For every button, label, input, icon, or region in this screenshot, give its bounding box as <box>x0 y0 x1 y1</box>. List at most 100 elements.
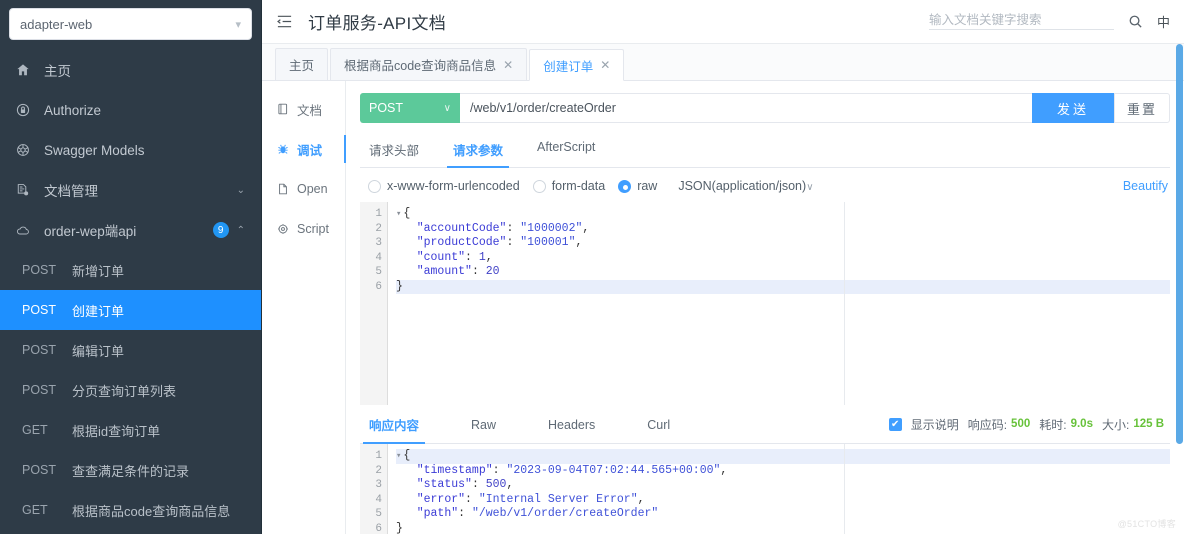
tab-create-order[interactable]: 创建订单 ✕ <box>529 49 625 81</box>
code-line: "timestamp": "2023-09-04T07:02:44.565+00… <box>416 463 728 477</box>
radio-icon <box>368 179 381 193</box>
response-code[interactable]: ▾{ "timestamp": "2023-09-04T07:02:44.565… <box>388 444 1170 534</box>
send-button[interactable]: 发送 <box>1032 93 1114 123</box>
request-body-editor[interactable]: 1 2 3 4 5 6 ▾{ "accountCode": "1000002",… <box>360 202 1170 405</box>
script-gear-icon <box>276 223 290 235</box>
method-label: POST <box>369 101 404 115</box>
tab-response-content[interactable]: 响应内容 <box>362 405 426 444</box>
tab-response-headers[interactable]: Headers <box>546 408 597 441</box>
beautify-button[interactable]: Beautify <box>1123 179 1168 193</box>
url-bar: POST ∨ 发送 重置 <box>360 93 1170 123</box>
api-item-query-records[interactable]: POST 查查满足条件的记录 <box>0 450 261 490</box>
tab-request-params[interactable]: 请求参数 <box>447 131 510 168</box>
content-type-label: JSON(application/json) <box>678 179 807 193</box>
code-line: "productCode": "100001", <box>416 236 583 249</box>
chevron-down-icon: ▾ <box>235 18 241 31</box>
api-item-create-order[interactable]: POST 创建订单 <box>0 290 261 330</box>
tab-home[interactable]: 主页 <box>275 48 329 80</box>
sidebar-item-home[interactable]: 主页 <box>0 50 261 90</box>
api-item-query-product-by-code[interactable]: GET 根据商品code查询商品信息 <box>0 490 261 530</box>
tab-response-raw[interactable]: Raw <box>469 408 498 441</box>
code-line: "amount": 20 <box>416 265 500 278</box>
app-root: adapter-web ▾ 主页 Authorize Swagger Model… <box>0 0 1184 534</box>
size-group: 大小: 125 B <box>1102 416 1164 433</box>
doc-icon <box>276 103 290 115</box>
project-select[interactable]: adapter-web ▾ <box>9 8 252 40</box>
sidebar-item-home-label: 主页 <box>44 64 71 79</box>
api-list: POST 新增订单 POST 创建订单 POST 编辑订单 POST 分页查询订… <box>0 250 261 530</box>
tab-query-product[interactable]: 根据商品code查询商品信息 ✕ <box>330 48 528 80</box>
line-number: 3 <box>375 237 382 249</box>
url-input[interactable] <box>460 93 1032 123</box>
mini-sidebar: 文档 调试 Open Script <box>262 81 346 534</box>
sidebar-item-authorize[interactable]: Authorize <box>0 90 261 130</box>
api-method: GET <box>22 423 48 437</box>
home-icon <box>16 63 36 77</box>
editor-divider <box>844 202 845 405</box>
size-value: 125 B <box>1133 418 1164 430</box>
json-value: 1000002 <box>527 221 576 235</box>
search-box[interactable] <box>928 13 1114 30</box>
api-item-query-order-by-id[interactable]: GET 根据id查询订单 <box>0 410 261 450</box>
line-number: 5 <box>375 508 382 520</box>
chevron-down-icon: ∨ <box>806 182 814 193</box>
sidebar-item-swagger-models[interactable]: Swagger Models <box>0 130 261 170</box>
chevron-up-icon: ⌃ <box>236 224 245 236</box>
line-number: 5 <box>375 266 382 278</box>
line-number: 4 <box>375 251 382 264</box>
radio-icon <box>532 179 546 193</box>
api-item-new-order[interactable]: POST 新增订单 <box>0 250 261 290</box>
close-icon[interactable]: ✕ <box>600 58 610 72</box>
status-code-label: 响应码: <box>967 417 1008 432</box>
tab-label: 根据商品code查询商品信息 <box>344 59 497 73</box>
search-icon[interactable] <box>1128 14 1143 29</box>
line-number: 2 <box>375 464 382 477</box>
tab-request-headers[interactable]: 请求头部 <box>367 131 421 167</box>
fold-icon[interactable]: ▾ <box>396 209 401 219</box>
json-value: 100001 <box>527 236 569 249</box>
tab-after-script[interactable]: AfterScript <box>535 131 597 167</box>
request-code[interactable]: ▾{ "accountCode": "1000002", "productCod… <box>388 202 1170 405</box>
code-line: "path": "/web/v1/order/createOrder" <box>416 507 659 520</box>
sidebar-item-doc-manage[interactable]: 文档管理 ⌄ <box>0 170 261 210</box>
api-item-edit-order[interactable]: POST 编辑订单 <box>0 330 261 370</box>
show-description-checkbox[interactable]: ✔ <box>888 417 902 431</box>
request-response-panel: POST ∨ 发送 重置 请求头部 请求参数 AfterScript <box>346 81 1184 534</box>
language-toggle[interactable]: 中 <box>1157 12 1170 31</box>
mininav-item-debug[interactable]: 调试 <box>262 129 346 169</box>
method-select[interactable]: POST ∨ <box>360 93 460 123</box>
bug-icon <box>276 143 290 155</box>
vertical-scrollbar[interactable] <box>1176 44 1183 444</box>
radio-urlencoded[interactable]: x-www-form-urlencoded <box>368 179 520 193</box>
api-method: POST <box>22 463 57 477</box>
project-name: adapter-web <box>20 16 93 32</box>
body-mode-row: x-www-form-urlencoded form-data raw JSON… <box>360 168 1170 202</box>
line-number: 6 <box>375 522 382 534</box>
fold-icon[interactable]: ▾ <box>396 451 401 461</box>
watermark: @51CTO博客 <box>1117 519 1176 529</box>
collapse-menu-icon[interactable] <box>276 13 294 31</box>
json-value: 2023-09-04T07:02:44.565+00:00 <box>513 463 714 477</box>
content-type-select[interactable]: JSON(application/json)∨ <box>678 179 813 193</box>
topbar-right: 中 <box>928 12 1170 31</box>
api-label: 根据id查询订单 <box>72 423 161 439</box>
line-number: 4 <box>375 493 382 506</box>
api-method: POST <box>22 263 57 277</box>
mininav-item-script[interactable]: Script <box>262 209 345 249</box>
line-number: 1 <box>375 208 382 220</box>
mininav-item-doc[interactable]: 文档 <box>262 89 345 129</box>
close-icon[interactable]: ✕ <box>503 58 513 72</box>
radio-raw[interactable]: raw <box>618 179 657 193</box>
json-value: /web/v1/order/createOrder <box>478 507 652 520</box>
radio-form-data[interactable]: form-data <box>532 179 605 193</box>
chevron-down-icon: ∨ <box>443 102 451 114</box>
sidebar-item-order-api[interactable]: order-wep端api 9 ⌃ <box>0 210 261 250</box>
editor-divider <box>844 444 845 534</box>
search-input[interactable] <box>928 13 1114 27</box>
code-line: "count": 1, <box>416 250 493 264</box>
mininav-item-open[interactable]: Open <box>262 169 345 209</box>
api-item-page-query-orders[interactable]: POST 分页查询订单列表 <box>0 370 261 410</box>
reset-button[interactable]: 重置 <box>1114 93 1170 123</box>
tab-response-curl[interactable]: Curl <box>645 408 672 441</box>
response-body-editor[interactable]: 1 2 3 4 5 6 ▾{ "timestamp": "2023-09-04T… <box>360 444 1170 534</box>
